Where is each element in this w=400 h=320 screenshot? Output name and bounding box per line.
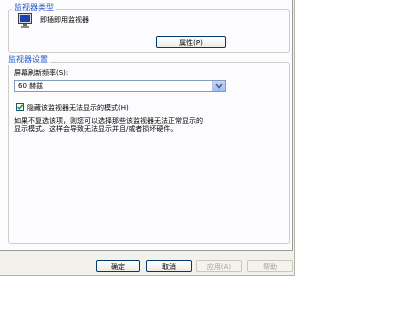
monitor-tab-panel: 监视器类型 即插即用监视器 属性(P) 监视器设置 屏幕刷新频率(S): 60 … bbox=[0, 0, 293, 251]
help-button[interactable]: 帮助 bbox=[247, 260, 293, 272]
chevron-down-icon[interactable] bbox=[212, 81, 225, 91]
ok-button[interactable]: 确定 bbox=[96, 260, 140, 272]
monitor-type-group-title: 监视器类型 bbox=[12, 3, 56, 13]
refresh-rate-label: 屏幕刷新频率(S): bbox=[14, 69, 69, 77]
hide-modes-label[interactable]: 隐藏该监视器无法显示的模式(H) bbox=[27, 104, 129, 113]
properties-button[interactable]: 属性(P) bbox=[156, 36, 226, 48]
refresh-rate-select[interactable]: 60 赫兹 bbox=[14, 80, 226, 92]
dialog-window: 监视器类型 即插即用监视器 属性(P) 监视器设置 屏幕刷新频率(S): 60 … bbox=[0, 0, 295, 276]
cancel-button[interactable]: 取消 bbox=[146, 260, 192, 272]
monitor-device-name: 即插即用监视器 bbox=[40, 16, 89, 24]
monitor-settings-group-title: 监视器设置 bbox=[6, 55, 50, 65]
apply-button[interactable]: 应用(A) bbox=[196, 260, 242, 272]
hide-modes-checkbox[interactable] bbox=[16, 103, 24, 111]
warning-text-line2: 显示模式。这样会导致无法显示并且/或者损坏硬件。 bbox=[14, 125, 178, 133]
monitor-icon bbox=[18, 13, 32, 29]
refresh-rate-value: 60 赫兹 bbox=[18, 82, 44, 90]
